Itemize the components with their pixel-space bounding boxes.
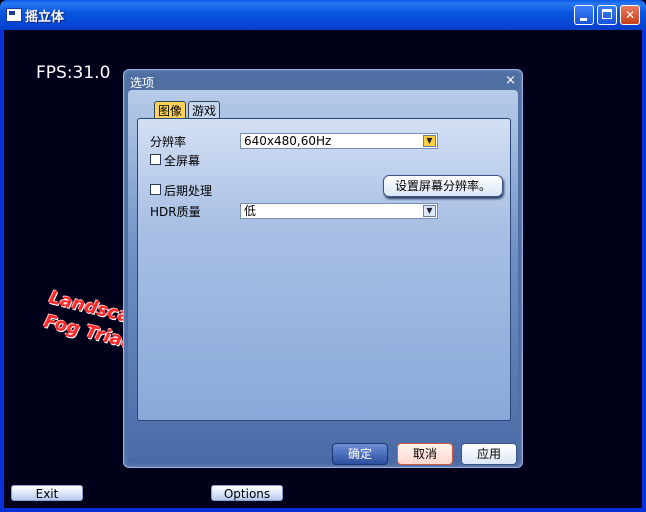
minimize-button[interactable] [574, 5, 594, 25]
hdr-quality-label: HDR质量 [150, 205, 201, 219]
chevron-down-icon[interactable]: ▼ [423, 205, 436, 217]
chevron-down-icon[interactable]: ▼ [423, 135, 436, 147]
exit-button[interactable]: Exit [11, 485, 83, 501]
title-bar[interactable]: 摇立体 ✕ [0, 0, 646, 30]
close-icon: ✕ [624, 8, 636, 22]
postprocess-label: 后期处理 [164, 184, 213, 198]
maximize-button[interactable] [597, 5, 617, 25]
ok-button[interactable]: 确定 [332, 443, 388, 465]
fullscreen-label: 全屏幕 [164, 154, 201, 168]
dialog-body: 图像 游戏 分辨率 640x480,60Hz ▼ 全屏幕 设置屏幕分辨率。 后期… [128, 90, 518, 465]
options-button[interactable]: Options [211, 485, 283, 501]
dialog-close-icon[interactable]: × [505, 73, 516, 88]
dialog-title: 选项 [130, 76, 155, 90]
options-dialog: 选项 × 图像 游戏 分辨率 640x480,60Hz ▼ 全屏幕 设置屏幕分辨… [123, 69, 523, 468]
tab-game[interactable]: 游戏 [188, 101, 221, 119]
app-window: 摇立体 ✕ FPS:31.0 Landscap Fog Trian Exit O… [0, 0, 646, 512]
set-resolution-button[interactable]: 设置屏幕分辨率。 [383, 175, 503, 197]
fullscreen-checkbox[interactable] [150, 154, 161, 165]
resolution-value: 640x480,60Hz [244, 134, 332, 148]
apply-button[interactable]: 应用 [461, 443, 517, 465]
hdr-quality-value: 低 [244, 204, 257, 218]
resolution-select[interactable]: 640x480,60Hz ▼ [240, 133, 438, 149]
app-window-icon [6, 8, 22, 22]
fps-counter: FPS:31.0 [36, 63, 111, 83]
tab-panel-image: 分辨率 640x480,60Hz ▼ 全屏幕 设置屏幕分辨率。 后期处理 HDR… [137, 118, 511, 421]
postprocess-checkbox[interactable] [150, 184, 161, 195]
resolution-label: 分辨率 [150, 135, 187, 149]
hdr-quality-select[interactable]: 低 ▼ [240, 203, 438, 219]
maximize-icon [602, 9, 612, 19]
close-window-button[interactable]: ✕ [620, 5, 640, 25]
tab-image[interactable]: 图像 [154, 101, 187, 119]
window-title: 摇立体 [25, 10, 65, 25]
render-viewport[interactable]: FPS:31.0 Landscap Fog Trian Exit Options… [4, 30, 642, 508]
minimize-icon [580, 18, 587, 21]
cancel-button[interactable]: 取消 [397, 443, 453, 465]
